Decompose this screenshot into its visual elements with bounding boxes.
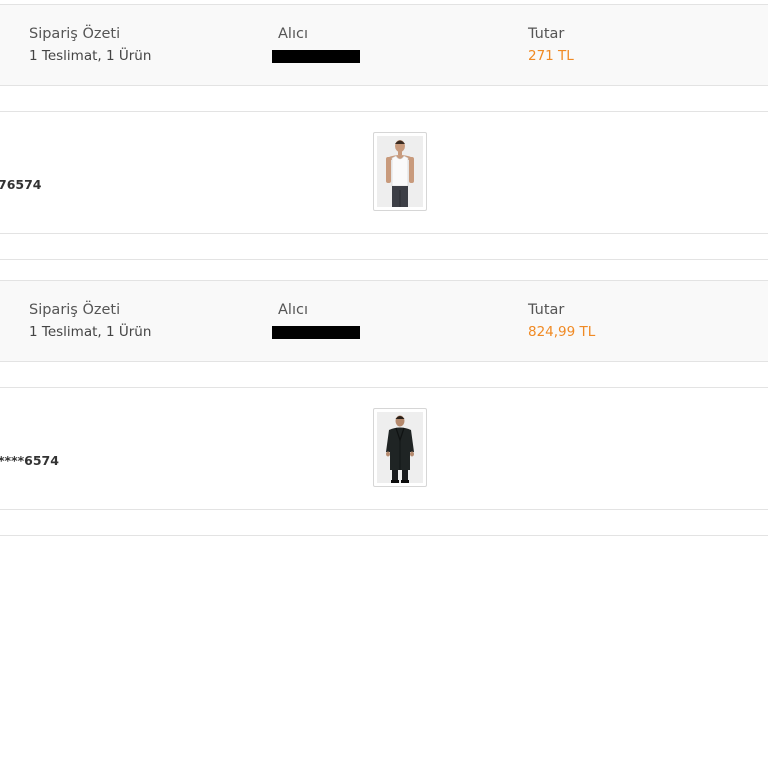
product-thumbnail[interactable] <box>373 132 427 211</box>
delivery-code: ****6574 <box>0 453 59 468</box>
summary-label: Sipariş Özeti <box>29 302 121 318</box>
spacer <box>0 234 768 260</box>
amount-label: Tutar <box>528 302 565 318</box>
recipient-label: Alıcı <box>278 302 308 318</box>
recipient-name-redacted <box>272 326 360 339</box>
product-thumbnail[interactable] <box>373 408 427 487</box>
order-card: Sipariş Özeti 1 Teslimat, 1 Ürün Alıcı T… <box>0 4 768 260</box>
order-summary-column: Sipariş Özeti 1 Teslimat, 1 Ürün <box>29 24 151 66</box>
summary-value: 1 Teslimat, 1 Ürün <box>29 48 152 64</box>
order-summary-column: Sipariş Özeti 1 Teslimat, 1 Ürün <box>29 300 151 342</box>
recipient-label: Alıcı <box>278 26 308 42</box>
amount-label: Tutar <box>528 26 565 42</box>
recipient-column: Alıcı <box>272 24 360 63</box>
summary-label: Sipariş Özeti <box>29 26 121 42</box>
recipient-name-redacted <box>272 50 360 63</box>
delivery-code: 76574 <box>0 177 42 192</box>
order-summary-bar[interactable]: Sipariş Özeti 1 Teslimat, 1 Ürün Alıcı T… <box>0 280 768 362</box>
delivery-row: ****6574 <box>0 387 768 510</box>
coat-model-photo-icon <box>377 412 423 483</box>
amount-column: Tutar 824,99 TL <box>528 300 595 342</box>
orders-page: Sipariş Özeti 1 Teslimat, 1 Ürün Alıcı T… <box>0 0 768 768</box>
order-summary-bar[interactable]: Sipariş Özeti 1 Teslimat, 1 Ürün Alıcı T… <box>0 4 768 86</box>
amount-value: 824,99 TL <box>528 324 596 340</box>
amount-value: 271 TL <box>528 48 574 64</box>
spacer <box>0 510 768 536</box>
recipient-column: Alıcı <box>272 300 360 339</box>
tank-top-model-photo-icon <box>377 136 423 207</box>
delivery-row: 76574 <box>0 111 768 234</box>
amount-column: Tutar 271 TL <box>528 24 574 66</box>
summary-value: 1 Teslimat, 1 Ürün <box>29 324 152 340</box>
order-card: Sipariş Özeti 1 Teslimat, 1 Ürün Alıcı T… <box>0 280 768 536</box>
